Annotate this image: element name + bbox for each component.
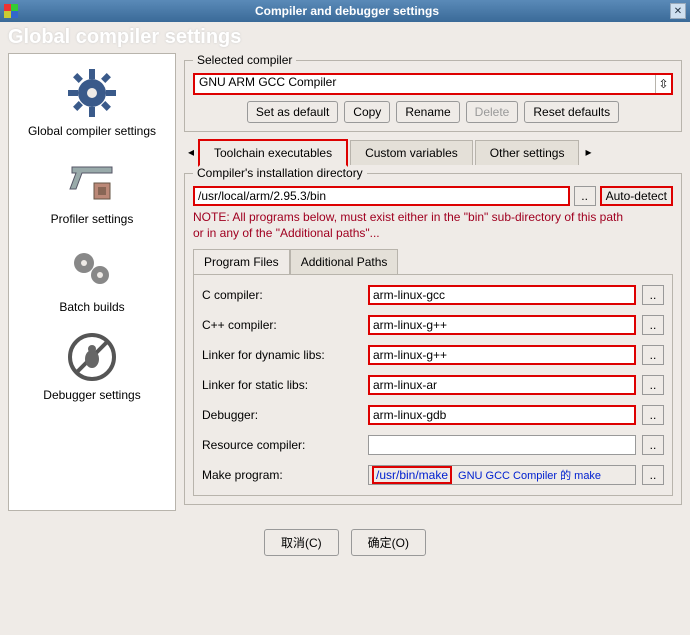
tab-scroll-right[interactable]: ▸ (581, 145, 595, 159)
resource-compiler-label: Resource compiler: (202, 438, 362, 452)
linker-dyn-label: Linker for dynamic libs: (202, 348, 362, 362)
program-files-pane: C compiler: .. C++ compiler: .. Linker f… (193, 274, 673, 496)
gears-icon (11, 240, 173, 298)
ok-button[interactable]: 确定(O) (351, 529, 426, 556)
install-dir-note: NOTE: All programs below, must exist eit… (193, 210, 673, 241)
sidebar-item-debugger[interactable]: Debugger settings (11, 324, 173, 412)
tab-scroll-left[interactable]: ◂ (184, 145, 198, 159)
cxx-compiler-label: C++ compiler: (202, 318, 362, 332)
subtab-program-files[interactable]: Program Files (193, 249, 290, 274)
selected-compiler-group: Selected compiler GNU ARM GCC Compiler ⇳… (184, 53, 682, 132)
browse-linker-dyn-button[interactable]: .. (642, 345, 664, 365)
dialog-buttons: 取消(C) 确定(O) (0, 519, 690, 566)
sidebar-item-profiler[interactable]: Profiler settings (11, 148, 173, 236)
window-title: Compiler and debugger settings (24, 4, 670, 18)
close-icon[interactable]: ✕ (670, 3, 686, 19)
bug-no-icon (11, 328, 173, 386)
c-compiler-label: C compiler: (202, 288, 362, 302)
tab-bar: ◂ Toolchain executables Custom variables… (184, 138, 682, 166)
browse-resource-compiler-button[interactable]: .. (642, 435, 664, 455)
sidebar-item-global-compiler[interactable]: Global compiler settings (11, 60, 173, 148)
browse-debugger-button[interactable]: .. (642, 405, 664, 425)
linker-static-label: Linker for static libs: (202, 378, 362, 392)
install-dir-input[interactable] (193, 186, 570, 206)
tab-custom-variables[interactable]: Custom variables (350, 140, 473, 165)
subtab-additional-paths[interactable]: Additional Paths (290, 249, 399, 274)
sidebar-item-label: Global compiler settings (11, 124, 173, 138)
browse-install-dir-button[interactable]: .. (574, 186, 596, 206)
selected-compiler-legend: Selected compiler (193, 53, 296, 67)
browse-c-compiler-button[interactable]: .. (642, 285, 664, 305)
sidebar-item-label: Batch builds (11, 300, 173, 314)
cxx-compiler-input[interactable] (368, 315, 636, 335)
c-compiler-input[interactable] (368, 285, 636, 305)
install-dir-legend: Compiler's installation directory (193, 166, 367, 180)
sub-tab-bar: Program Files Additional Paths (193, 249, 673, 274)
sidebar: Global compiler settings Profiler settin… (8, 53, 176, 511)
set-default-button[interactable]: Set as default (247, 101, 338, 123)
gear-icon (11, 64, 173, 122)
make-program-note: GNU GCC Compiler 的 make (458, 467, 601, 483)
sidebar-item-batch[interactable]: Batch builds (11, 236, 173, 324)
install-dir-group: Compiler's installation directory .. Aut… (184, 166, 682, 505)
reset-defaults-button[interactable]: Reset defaults (524, 101, 619, 123)
linker-static-input[interactable] (368, 375, 636, 395)
page-subtitle: Global compiler settings (0, 22, 690, 53)
autodetect-button[interactable]: Auto-detect (600, 186, 673, 206)
compiler-combobox-value: GNU ARM GCC Compiler (199, 75, 336, 89)
debugger-input[interactable] (368, 405, 636, 425)
sidebar-item-label: Debugger settings (11, 388, 173, 402)
copy-button[interactable]: Copy (344, 101, 390, 123)
chevron-updown-icon: ⇳ (655, 75, 671, 93)
delete-button: Delete (466, 101, 519, 123)
browse-linker-static-button[interactable]: .. (642, 375, 664, 395)
rename-button[interactable]: Rename (396, 101, 459, 123)
window-titlebar: Compiler and debugger settings ✕ (0, 0, 690, 22)
tab-other-settings[interactable]: Other settings (475, 140, 580, 165)
linker-dyn-input[interactable] (368, 345, 636, 365)
browse-cxx-compiler-button[interactable]: .. (642, 315, 664, 335)
caliper-icon (11, 152, 173, 210)
browse-make-program-button[interactable]: .. (642, 465, 664, 485)
make-program-label: Make program: (202, 468, 362, 482)
debugger-label: Debugger: (202, 408, 362, 422)
cancel-button[interactable]: 取消(C) (264, 529, 339, 556)
make-program-value[interactable]: /usr/bin/make (372, 466, 452, 484)
compiler-combobox[interactable]: GNU ARM GCC Compiler ⇳ (193, 73, 673, 95)
tab-toolchain[interactable]: Toolchain executables (198, 139, 348, 167)
resource-compiler-input[interactable] (368, 435, 636, 455)
app-icon (4, 4, 18, 18)
sidebar-item-label: Profiler settings (11, 212, 173, 226)
